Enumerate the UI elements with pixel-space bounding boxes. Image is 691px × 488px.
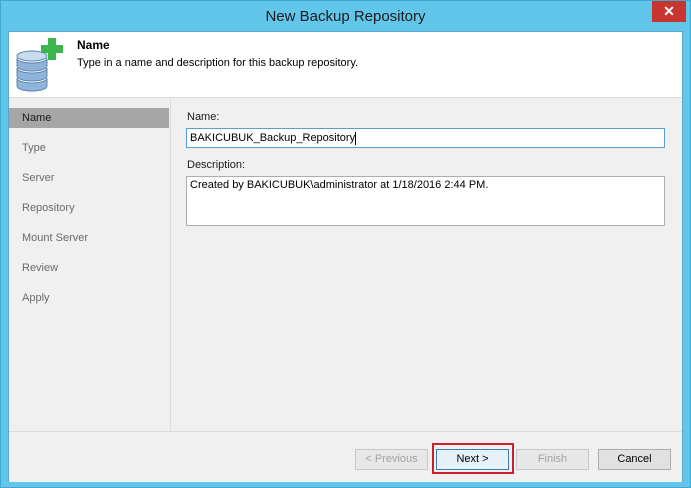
nav-step-repository[interactable]: Repository [9, 198, 169, 218]
wizard-header: Name Type in a name and description for … [9, 32, 682, 98]
wizard-content: Name: BAKICUBUK_Backup_Repository Descri… [171, 98, 682, 431]
nav-step-name[interactable]: Name [9, 108, 169, 128]
description-textarea[interactable]: Created by BAKICUBUK\administrator at 1/… [186, 176, 665, 226]
close-icon: ✕ [663, 3, 675, 19]
wizard-footer: < Previous Next > Finish Cancel [9, 431, 682, 482]
nav-step-type[interactable]: Type [9, 138, 169, 158]
step-title: Name [77, 38, 110, 52]
name-input-value: BAKICUBUK_Backup_Repository [190, 132, 356, 144]
title-bar[interactable]: New Backup Repository ✕ [1, 1, 690, 31]
next-button[interactable]: Next > [436, 449, 509, 470]
description-value: Created by BAKICUBUK\administrator at 1/… [190, 179, 489, 191]
name-input[interactable]: BAKICUBUK_Backup_Repository [186, 128, 665, 148]
close-button[interactable]: ✕ [652, 1, 686, 22]
nav-step-mount-server[interactable]: Mount Server [9, 228, 169, 248]
nav-step-apply[interactable]: Apply [9, 288, 169, 308]
nav-step-server[interactable]: Server [9, 168, 169, 188]
dialog-body: Name Type in a name and description for … [8, 31, 683, 482]
text-caret [355, 131, 357, 145]
previous-button[interactable]: < Previous [355, 449, 428, 470]
dialog-window: New Backup Repository ✕ Name Type in a n… [0, 0, 691, 488]
step-description: Type in a name and description for this … [77, 57, 359, 69]
name-label: Name: [187, 111, 220, 123]
finish-button[interactable]: Finish [516, 449, 589, 470]
description-label: Description: [187, 159, 246, 171]
cancel-button[interactable]: Cancel [598, 449, 671, 470]
window-title: New Backup Repository [265, 8, 426, 25]
wizard-steps-nav: Name Type Server Repository Mount Server… [9, 98, 171, 431]
nav-step-review[interactable]: Review [9, 258, 169, 278]
database-add-icon [16, 38, 63, 92]
